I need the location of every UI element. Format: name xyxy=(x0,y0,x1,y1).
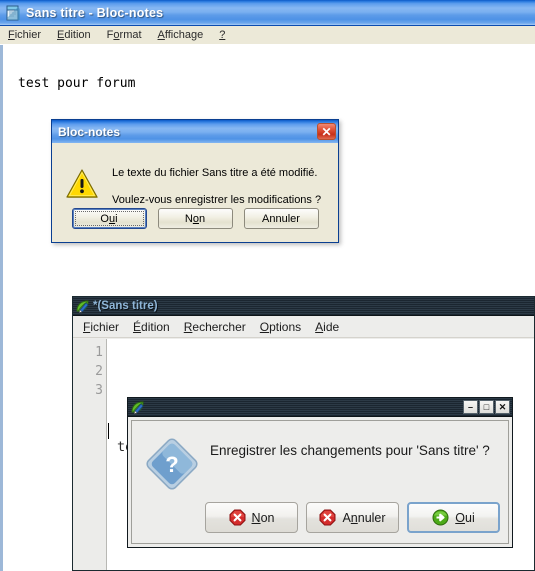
maximize-button[interactable]: □ xyxy=(479,400,494,414)
menu-format-post: rmat xyxy=(119,29,142,41)
line-number: 2 xyxy=(95,364,103,379)
screenshot-root: Sans titre - Bloc-notes Fichier Edition … xyxy=(0,0,535,571)
leafpad-save-dialog: – □ ✕ ? Enregistrer les changements pour… xyxy=(127,397,513,548)
leafpad-titlebar[interactable]: *(Sans titre) xyxy=(73,297,534,316)
gtk-menu-aide-key: A xyxy=(315,319,324,334)
non-button[interactable]: Non xyxy=(205,502,298,533)
line-number: 3 xyxy=(95,383,103,398)
annuler-button-pre: A xyxy=(342,510,351,525)
notepad-dialog-message-line2: Voulez-vous enregistrer les modification… xyxy=(112,193,322,206)
question-diamond-icon: ? xyxy=(144,435,200,491)
notepad-dialog-body: Le texte du fichier Sans titre a été mod… xyxy=(52,143,338,242)
line-number-gutter: 1 2 3 xyxy=(73,339,107,570)
cancel-red-icon xyxy=(319,509,336,526)
leafpad-dialog-message: Enregistrer les changements pour 'Sans t… xyxy=(210,443,490,458)
annuler-button[interactable]: Annuler xyxy=(243,208,319,229)
annuler-button[interactable]: Annuler xyxy=(306,502,399,533)
non-button[interactable]: Non xyxy=(157,208,233,229)
menu-affichage-key: A xyxy=(157,29,165,41)
ok-green-arrow-icon xyxy=(432,509,449,526)
annuler-button-label: Annuler xyxy=(262,212,300,225)
menu-help-key: ? xyxy=(219,29,226,41)
menu-fichier[interactable]: Fichier xyxy=(0,28,49,42)
gtk-menu-fichier[interactable]: Fichier xyxy=(76,320,126,334)
notepad-dialog-message-line1: Le texte du fichier Sans titre a été mod… xyxy=(112,167,318,179)
annuler-button-key: n xyxy=(350,510,358,525)
non-button-post: on xyxy=(260,510,275,525)
notepad-save-dialog: Bloc-notes ✕ Le texte du fichier Sans ti… xyxy=(51,119,339,243)
gtk-menu-aide-post: ide xyxy=(323,319,340,334)
close-icon[interactable]: ✕ xyxy=(317,123,336,140)
notepad-dialog-buttons: Oui Non Annuler xyxy=(54,208,336,229)
close-button[interactable]: ✕ xyxy=(495,400,510,414)
gtk-menu-rechercher-post: echercher xyxy=(192,319,246,334)
gtk-menu-options-post: ptions xyxy=(269,319,302,334)
annuler-button-post: nuler xyxy=(357,510,386,525)
gtk-menu-options-key: O xyxy=(259,319,270,334)
gtk-menu-rechercher[interactable]: Rechercher xyxy=(177,320,253,334)
oui-button-key: O xyxy=(455,510,465,525)
gtk-menu-aide[interactable]: Aide xyxy=(308,320,346,334)
notepad-titlebar[interactable]: Sans titre - Bloc-notes xyxy=(0,0,535,26)
notepad-dialog-titlebar[interactable]: Bloc-notes ✕ xyxy=(52,120,338,143)
menu-affichage-post: ffichage xyxy=(164,29,204,41)
focus-ring xyxy=(74,211,144,226)
leafpad-dialog-titlebar[interactable]: – □ ✕ xyxy=(128,398,512,417)
menu-edition-post: dition xyxy=(64,29,91,41)
gtk-menu-options[interactable]: Options xyxy=(253,320,308,334)
notepad-title-text: Sans titre - Bloc-notes xyxy=(26,5,164,20)
non-button-post: n xyxy=(198,212,206,225)
notepad-document-text: test pour forum xyxy=(18,76,136,91)
oui-button-post: ui xyxy=(465,510,475,525)
menu-format[interactable]: Format xyxy=(99,28,150,42)
warning-triangle-icon xyxy=(66,169,98,199)
leafpad-title-text: *(Sans titre) xyxy=(93,300,158,312)
gtk-menu-edition[interactable]: Édition xyxy=(126,320,177,334)
menu-affichage[interactable]: Affichage xyxy=(150,28,212,42)
cancel-red-icon xyxy=(229,509,246,526)
leafpad-menubar: Fichier Édition Rechercher Options Aide xyxy=(73,316,534,338)
leafpad-icon xyxy=(75,299,90,314)
menu-fichier-key: F xyxy=(8,29,15,41)
non-button-key: N xyxy=(251,510,261,525)
menu-fichier-post: ichier xyxy=(14,29,42,41)
leafpad-icon xyxy=(130,400,145,415)
non-button-pre: N xyxy=(184,212,193,225)
notepad-left-border xyxy=(0,45,3,571)
gtk-menu-edition-key: É xyxy=(133,319,142,334)
gtk-menu-edition-post: dition xyxy=(141,319,170,334)
leafpad-dialog-body: ? Enregistrer les changements pour 'Sans… xyxy=(131,420,509,544)
menu-help[interactable]: ? xyxy=(211,28,233,42)
notepad-dialog-message: Le texte du fichier Sans titre a été mod… xyxy=(112,167,326,208)
svg-text:?: ? xyxy=(165,452,178,477)
leafpad-dialog-buttons: Non Annuler Oui xyxy=(205,502,500,533)
window-buttons: – □ ✕ xyxy=(463,400,512,414)
notepad-icon xyxy=(5,5,21,21)
text-caret xyxy=(108,423,109,439)
oui-button[interactable]: Oui xyxy=(71,208,147,229)
line-number: 1 xyxy=(95,345,103,360)
oui-button[interactable]: Oui xyxy=(407,502,500,533)
gtk-menu-fichier-post: ichier xyxy=(90,319,120,334)
menu-edition[interactable]: Edition xyxy=(49,28,99,42)
notepad-menubar: Fichier Edition Format Affichage ? xyxy=(0,26,535,45)
notepad-dialog-title: Bloc-notes xyxy=(58,124,121,139)
minimize-button[interactable]: – xyxy=(463,400,478,414)
